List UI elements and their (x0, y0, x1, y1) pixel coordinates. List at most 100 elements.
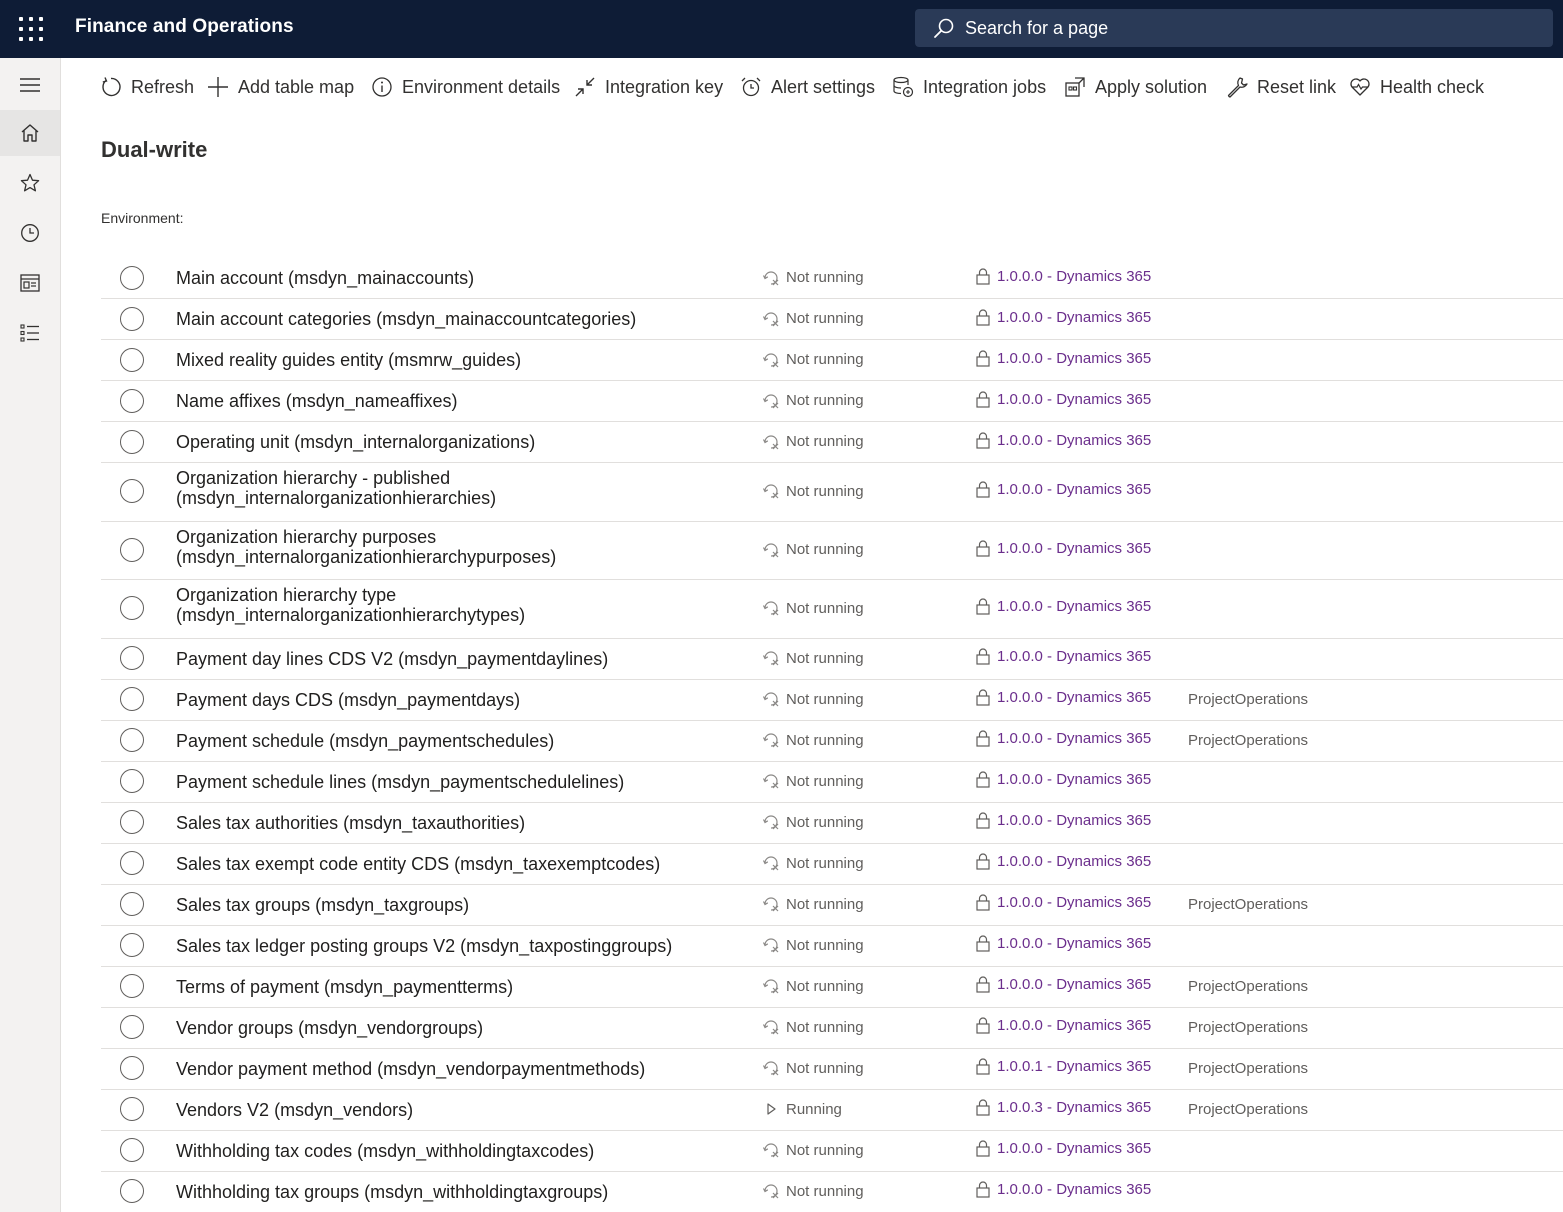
nav-modules-button[interactable] (0, 310, 60, 356)
nav-menu-button[interactable] (0, 62, 60, 108)
table-row[interactable]: Terms of payment (msdyn_paymentterms) Not… (101, 967, 1563, 1008)
row-select-radio[interactable] (120, 1179, 144, 1203)
row-select-radio[interactable] (120, 892, 144, 916)
version-link[interactable]: 1.0.0.0 - Dynamics 365 (976, 1181, 1151, 1198)
integration-jobs-button[interactable]: Integration jobs (892, 74, 1046, 100)
table-row[interactable]: Vendors V2 (msdyn_vendors) Running 1.0.0.3… (101, 1090, 1563, 1131)
table-row[interactable]: Vendor groups (msdyn_vendorgroups) Not ru… (101, 1008, 1563, 1049)
table-row[interactable]: Main account (msdyn_mainaccounts) Not run… (101, 258, 1563, 299)
app-title[interactable]: Finance and Operations (75, 16, 294, 38)
row-select-radio[interactable] (120, 728, 144, 752)
row-select-radio[interactable] (120, 1097, 144, 1121)
row-select-radio[interactable] (120, 388, 144, 413)
version-link[interactable]: 1.0.0.0 - Dynamics 365 (976, 391, 1151, 408)
version-link[interactable]: 1.0.0.0 - Dynamics 365 (976, 1140, 1151, 1157)
workspace-icon (20, 274, 40, 292)
row-select-radio[interactable] (120, 479, 144, 504)
version-link[interactable]: 1.0.0.3 - Dynamics 365 (976, 1099, 1151, 1116)
version-link[interactable]: 1.0.0.0 - Dynamics 365 (976, 481, 1151, 498)
table-row[interactable]: Organization hierarchy purposes (msdyn_i… (101, 522, 1563, 580)
version-link[interactable]: 1.0.0.0 - Dynamics 365 (976, 689, 1151, 706)
version-label: 1.0.0.0 - Dynamics 365 (997, 935, 1152, 952)
apply-solution-button[interactable]: Apply solution (1064, 74, 1207, 100)
version-link[interactable]: 1.0.0.0 - Dynamics 365 (976, 812, 1151, 829)
row-select-radio[interactable] (120, 974, 144, 998)
integration-key-button[interactable]: Integration key (574, 74, 723, 100)
table-row[interactable]: Name affixes (msdyn_nameaffixes) Not runn… (101, 381, 1563, 422)
table-row[interactable]: Payment schedule (msdyn_paymentschedules… (101, 721, 1563, 762)
table-row[interactable]: Sales tax groups (msdyn_taxgroups) Not ru… (101, 885, 1563, 926)
table-row[interactable]: Sales tax authorities (msdyn_taxauthorit… (101, 803, 1563, 844)
row-select-radio[interactable] (120, 1138, 144, 1162)
row-select-radio[interactable] (120, 596, 144, 621)
nav-favorites-button[interactable] (0, 160, 60, 206)
lock-icon (976, 648, 990, 665)
not-running-icon (762, 774, 779, 789)
version-link[interactable]: 1.0.0.0 - Dynamics 365 (976, 350, 1151, 367)
lock-icon (976, 730, 990, 747)
table-row[interactable]: Sales tax exempt code entity CDS (msdyn_… (101, 844, 1563, 885)
version-link[interactable]: 1.0.0.0 - Dynamics 365 (976, 1017, 1151, 1034)
row-select-radio[interactable] (120, 265, 144, 290)
not-running-icon (762, 393, 779, 408)
nav-recent-button[interactable] (0, 210, 60, 256)
row-select-radio[interactable] (120, 1015, 144, 1039)
search-icon (934, 18, 954, 38)
add-table-map-button[interactable]: Add table map (207, 74, 354, 100)
version-link[interactable]: 1.0.0.0 - Dynamics 365 (976, 976, 1151, 993)
nav-home-button[interactable] (0, 110, 60, 156)
version-link[interactable]: 1.0.0.0 - Dynamics 365 (976, 309, 1151, 326)
nav-workspaces-button[interactable] (0, 260, 60, 306)
version-label: 1.0.0.0 - Dynamics 365 (997, 1140, 1152, 1157)
search-box[interactable]: Search for a page (915, 9, 1553, 47)
table-row[interactable]: Organization hierarchy - published (msdy… (101, 463, 1563, 522)
version-link[interactable]: 1.0.0.0 - Dynamics 365 (976, 432, 1151, 449)
table-row[interactable]: Sales tax ledger posting groups V2 (msdy… (101, 926, 1563, 967)
table-map-name: Withholding tax codes (msdyn_withholding… (176, 1140, 595, 1161)
table-row[interactable]: Mixed reality guides entity (msmrw_guide… (101, 340, 1563, 381)
table-row[interactable]: Vendor payment method (msdyn_vendorpayme… (101, 1049, 1563, 1090)
alert-settings-button[interactable]: Alert settings (740, 74, 875, 100)
health-check-button[interactable]: Health check (1349, 74, 1484, 100)
version-link[interactable]: 1.0.0.0 - Dynamics 365 (976, 730, 1151, 747)
row-select-radio[interactable] (120, 1056, 144, 1080)
row-select-radio[interactable] (120, 687, 144, 711)
clock-icon (21, 224, 39, 242)
row-select-radio[interactable] (120, 646, 144, 670)
row-select-radio[interactable] (120, 851, 144, 875)
row-select-radio[interactable] (120, 347, 144, 372)
version-link[interactable]: 1.0.0.0 - Dynamics 365 (976, 935, 1151, 952)
row-select-radio[interactable] (120, 933, 144, 957)
version-link[interactable]: 1.0.0.0 - Dynamics 365 (976, 771, 1151, 788)
table-row[interactable]: Payment days CDS (msdyn_paymentdays) Not … (101, 680, 1563, 721)
row-select-radio[interactable] (120, 769, 144, 793)
run-status: Not running (762, 690, 864, 708)
table-row[interactable]: Payment schedule lines (msdyn_paymentsch… (101, 762, 1563, 803)
app-launcher-icon[interactable] (19, 17, 43, 41)
version-label: 1.0.0.0 - Dynamics 365 (997, 539, 1152, 557)
version-link[interactable]: 1.0.0.0 - Dynamics 365 (976, 268, 1151, 285)
version-link[interactable]: 1.0.0.0 - Dynamics 365 (976, 598, 1151, 615)
integration-key-label: Integration key (605, 76, 724, 97)
table-row[interactable]: Main account categories (msdyn_mainaccou… (101, 299, 1563, 340)
table-row[interactable]: Payment day lines CDS V2 (msdyn_paymentd… (101, 639, 1563, 680)
version-link[interactable]: 1.0.0.0 - Dynamics 365 (976, 540, 1151, 557)
solution-name: ProjectOperations (1188, 978, 1309, 995)
not-running-icon (762, 979, 779, 994)
action-bar: Refresh Add table map Environment detail… (61, 58, 1563, 116)
table-row[interactable]: Organization hierarchy type (msdyn_inter… (101, 580, 1563, 639)
version-link[interactable]: 1.0.0.0 - Dynamics 365 (976, 648, 1151, 665)
table-row[interactable]: Withholding tax codes (msdyn_withholding… (101, 1131, 1563, 1172)
table-row[interactable]: Withholding tax groups (msdyn_withholdin… (101, 1172, 1563, 1212)
row-select-radio[interactable] (120, 429, 144, 454)
row-select-radio[interactable] (120, 306, 144, 331)
row-select-radio[interactable] (120, 537, 144, 562)
row-select-radio[interactable] (120, 810, 144, 834)
reset-link-button[interactable]: Reset link (1226, 74, 1336, 100)
environment-details-button[interactable]: Environment details (371, 74, 560, 100)
table-row[interactable]: Operating unit (msdyn_internalorganizati… (101, 422, 1563, 463)
version-link[interactable]: 1.0.0.0 - Dynamics 365 (976, 894, 1151, 911)
version-link[interactable]: 1.0.0.1 - Dynamics 365 (976, 1058, 1151, 1075)
refresh-button[interactable]: Refresh (100, 74, 194, 100)
version-link[interactable]: 1.0.0.0 - Dynamics 365 (976, 853, 1151, 870)
